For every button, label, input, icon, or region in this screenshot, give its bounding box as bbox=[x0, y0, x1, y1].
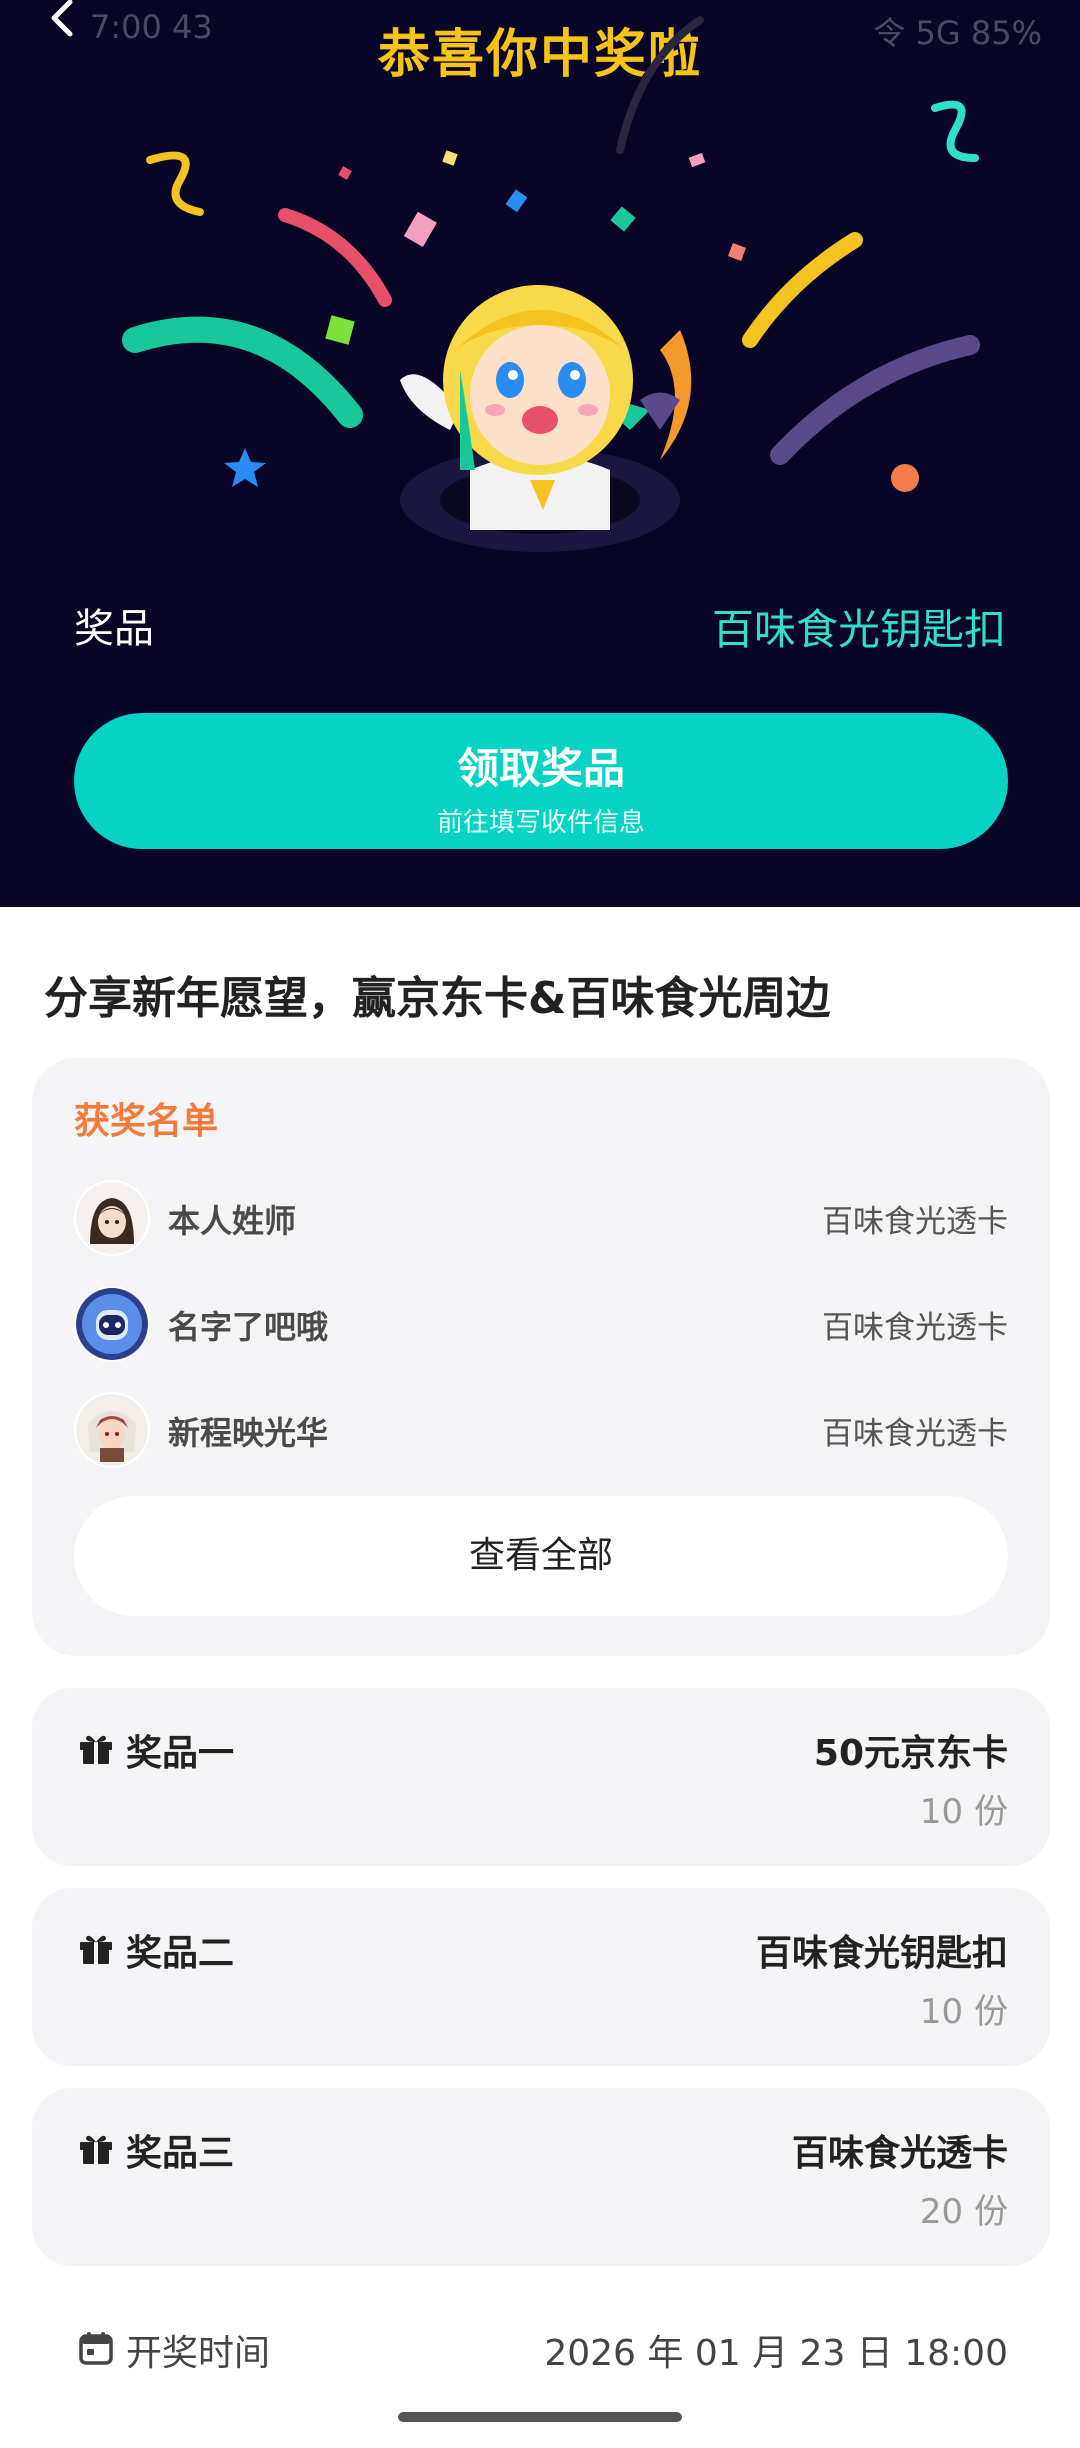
hero-banner: 7:00 43 令 5G 85% 恭喜你中奖啦 奖品 百味食光钥匙扣 领取奖品 … bbox=[0, 0, 1080, 907]
view-all-button[interactable]: 查看全部 bbox=[74, 1496, 1008, 1616]
home-indicator bbox=[398, 2412, 682, 2422]
winner-row: 名字了吧哦 百味食光透卡 bbox=[74, 1286, 1008, 1362]
claim-button-label: 领取奖品 bbox=[456, 744, 625, 793]
prize-name: 百味食光透卡 bbox=[791, 2133, 1008, 2174]
prize-quantity: 20 份 bbox=[919, 2192, 1008, 2232]
winner-prize: 百味食光透卡 bbox=[822, 1416, 1008, 1452]
prize-label: 奖品一 bbox=[126, 1733, 235, 1774]
winner-row: 本人姓师 百味食光透卡 bbox=[74, 1180, 1008, 1256]
winner-row: 新程映光华 百味食光透卡 bbox=[74, 1392, 1008, 1468]
prize-name: 百味食光钥匙扣 bbox=[755, 1933, 1008, 1974]
prize-label: 奖品三 bbox=[126, 2133, 235, 2174]
claim-button-sublabel: 前往填写收件信息 bbox=[436, 808, 645, 838]
draw-time-label: 开奖时间 bbox=[126, 2333, 271, 2374]
draw-time-row: 开奖时间 2026 年 01 月 23 日 18:00 bbox=[74, 2318, 1008, 2378]
winner-prize: 百味食光透卡 bbox=[822, 1310, 1008, 1346]
gift-icon bbox=[80, 1935, 112, 1964]
gift-icon bbox=[80, 1735, 112, 1764]
winner-name: 新程映光华 bbox=[168, 1414, 329, 1452]
prize-quantity: 10 份 bbox=[919, 1792, 1008, 1832]
prize-card: 奖品一 50元京东卡 10 份 bbox=[32, 1688, 1050, 1866]
winner-name: 名字了吧哦 bbox=[168, 1308, 329, 1346]
prize-card: 奖品三 百味食光透卡 20 份 bbox=[32, 2088, 1050, 2266]
section-title: 分享新年愿望，赢京东卡&百味食光周边 bbox=[44, 973, 831, 1024]
winners-card: 获奖名单 本人姓师 百味食光透卡 名字了吧哦 百味食光透卡 新程映光华 百味食光… bbox=[32, 1058, 1050, 1656]
gift-icon bbox=[80, 2135, 112, 2164]
avatar bbox=[74, 1180, 150, 1256]
avatar bbox=[74, 1286, 150, 1362]
winners-title: 获奖名单 bbox=[74, 1101, 219, 1142]
mascot-illustration bbox=[400, 285, 692, 552]
prize-name: 50元京东卡 bbox=[813, 1733, 1008, 1774]
claim-prize-button[interactable]: 领取奖品 前往填写收件信息 bbox=[74, 713, 1008, 849]
avatar bbox=[74, 1392, 150, 1468]
prize-card: 奖品二 百味食光钥匙扣 10 份 bbox=[32, 1888, 1050, 2066]
prize-quantity: 10 份 bbox=[919, 1992, 1008, 2032]
prize-value: 百味食光钥匙扣 bbox=[711, 605, 1006, 654]
winner-name: 本人姓师 bbox=[168, 1202, 297, 1240]
draw-time-value: 2026 年 01 月 23 日 18:00 bbox=[544, 2333, 1008, 2374]
prize-label: 奖品二 bbox=[126, 1933, 235, 1974]
calendar-icon bbox=[79, 2332, 113, 2365]
winner-prize: 百味食光透卡 bbox=[822, 1204, 1008, 1240]
prize-label: 奖品 bbox=[74, 606, 154, 652]
